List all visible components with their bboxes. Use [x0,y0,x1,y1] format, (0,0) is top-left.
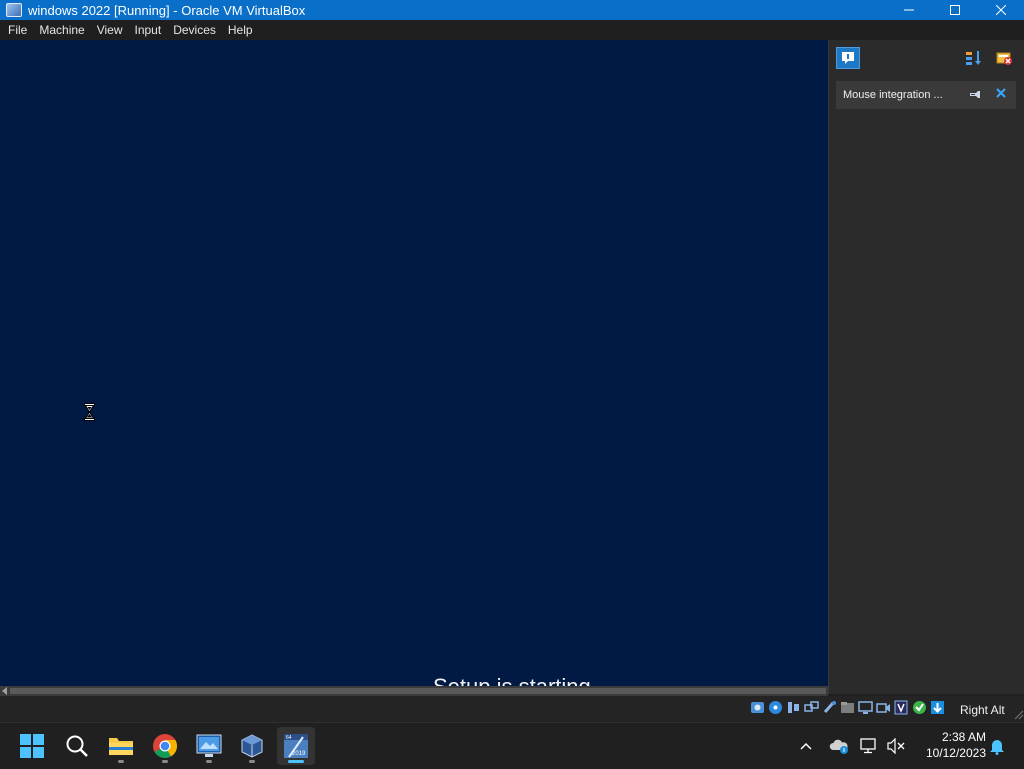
running-indicator [249,760,255,763]
menu-machine[interactable]: Machine [33,20,90,40]
notification-center-panel: Mouse integration ... [828,40,1024,694]
vm-badge-bottom: 2019 [292,751,306,757]
network-tray[interactable] [858,723,880,769]
vm-window-button[interactable]: 64 2019 [277,727,315,765]
clear-notifications-button[interactable] [992,47,1016,69]
vm-window-icon: 64 2019 [284,734,308,758]
menu-bar: File Machine View Input Devices Help [0,20,1024,40]
shared-folders-icon[interactable] [840,700,855,715]
virtualbox-app-icon [6,3,22,17]
recording-icon[interactable] [876,700,891,715]
vm-badge-top: 64 [286,735,292,741]
window-title: windows 2022 [Running] - Oracle VM Virtu… [28,2,306,18]
running-indicator [162,760,168,763]
cloud-status-icon [829,739,848,754]
notification-item[interactable]: Mouse integration ... [836,81,1016,109]
minimize-icon [904,9,914,11]
start-button[interactable] [13,727,51,765]
file-explorer-button[interactable] [102,727,140,765]
hard-disk-icon[interactable] [750,700,765,715]
menu-help[interactable]: Help [222,20,259,40]
virtualbox-manager-button[interactable] [233,727,271,765]
active-indicator [288,760,304,763]
host-key-label[interactable]: Right Alt [960,703,1005,717]
search-icon [66,735,88,757]
close-icon [996,5,1006,15]
resize-grip-icon[interactable] [1012,708,1024,720]
window-controls [886,0,1024,20]
vt-x-icon[interactable] [894,700,909,715]
menu-view[interactable]: View [91,20,129,40]
volume-muted-icon [887,738,905,754]
horizontal-scrollbar[interactable] [0,686,828,696]
network-disconnected-icon [860,738,876,754]
chrome-icon [153,734,178,759]
maximize-button[interactable] [932,0,978,20]
menu-devices[interactable]: Devices [167,20,222,40]
network-icon[interactable] [804,700,819,715]
remote-desktop-icon [196,734,222,757]
device-status-icons [750,700,948,715]
notification-center-toggle-button[interactable] [836,47,860,69]
show-hidden-icons-button[interactable] [796,723,816,769]
setup-status-text: Setup is starting [433,674,591,686]
vm-display[interactable]: Setup is starting [0,40,828,686]
hourglass-cursor-icon [84,403,95,421]
notification-center-icon [842,52,854,64]
minimize-button[interactable] [886,0,932,20]
clear-all-icon [996,52,1012,65]
menu-input[interactable]: Input [129,20,168,40]
virtualbox-icon [241,734,263,758]
notification-close-button[interactable] [994,87,1008,101]
volume-tray[interactable] [885,723,907,769]
pin-icon[interactable] [968,88,982,102]
vm-status-bar: Right Alt [0,696,1024,722]
mouse-integration-icon[interactable] [930,700,945,715]
scroll-left-icon[interactable] [2,687,7,695]
running-indicator [118,760,124,763]
onedrive-tray[interactable] [828,723,850,769]
audio-icon[interactable] [786,700,801,715]
notifications-tray[interactable] [986,723,1008,769]
chevron-up-icon [800,742,812,750]
remote-desktop-button[interactable] [190,727,228,765]
maximize-icon [950,5,960,15]
close-button[interactable] [978,0,1024,20]
usb-icon[interactable] [822,700,837,715]
display-icon[interactable] [858,700,873,715]
windows-logo-icon [20,734,44,758]
folder-icon [109,738,133,755]
sort-icon [966,51,981,65]
optical-drive-icon[interactable] [768,700,783,715]
bell-icon [990,740,1004,755]
scrollbar-thumb[interactable] [10,688,826,694]
search-button[interactable] [58,727,96,765]
taskbar-clock[interactable]: 2:38 AM 10/12/2023 [914,729,986,761]
guest-additions-icon[interactable] [912,700,927,715]
running-indicator [206,760,212,763]
menu-file[interactable]: File [2,20,33,40]
clock-date: 10/12/2023 [925,746,986,760]
panel-toolbar [829,40,1024,78]
windows-taskbar: 64 2019 2:38 AM 10/12/2023 [0,722,1024,768]
clock-time: 2:38 AM [941,730,986,744]
close-icon [996,88,1006,98]
chrome-button[interactable] [146,727,184,765]
sort-notifications-button[interactable] [962,47,986,69]
title-bar: windows 2022 [Running] - Oracle VM Virtu… [0,0,1024,20]
notification-text: Mouse integration ... [843,89,943,101]
